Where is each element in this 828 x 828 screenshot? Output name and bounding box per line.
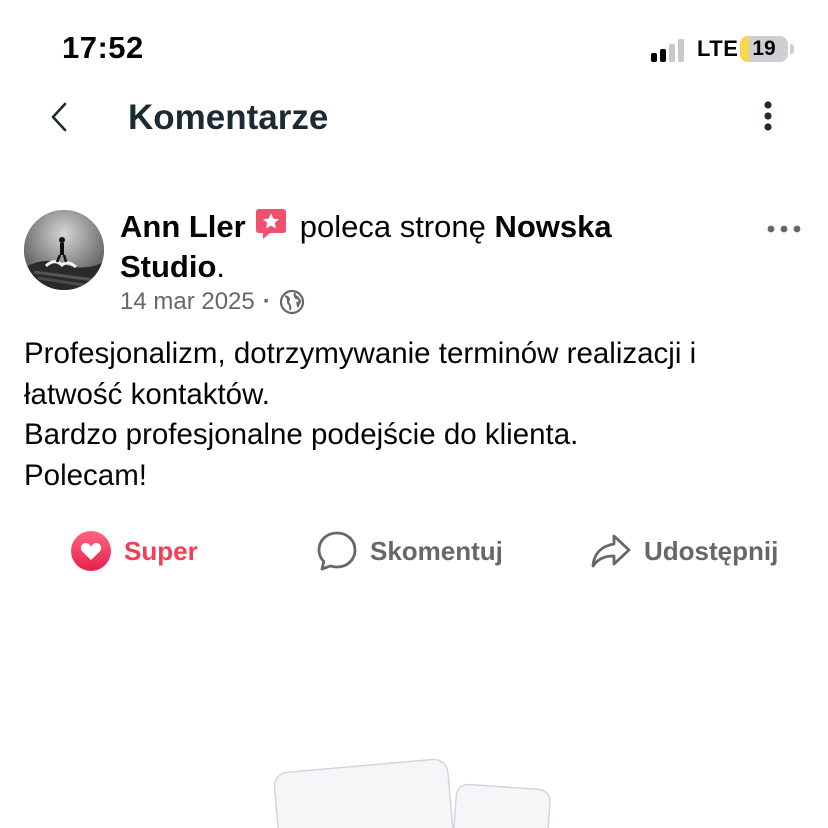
empty-comments-illustration	[273, 758, 551, 828]
chevron-left-icon	[51, 102, 67, 132]
post-options-button[interactable]	[764, 214, 804, 244]
avatar-photo	[24, 210, 104, 290]
post-body-line: łatwość kontaktów.	[24, 377, 270, 411]
signal-bar	[678, 39, 684, 62]
battery-cap	[790, 44, 794, 54]
heart-icon	[71, 531, 111, 571]
post-date[interactable]: 14 mar 2025	[120, 288, 255, 316]
post-body-line: Profesjonalizm, dotrzymywanie terminów r…	[24, 337, 697, 370]
vertical-dots-icon	[764, 101, 772, 131]
signal-bar	[669, 44, 675, 62]
page-title: Komentarze	[128, 98, 329, 137]
globe-icon	[279, 289, 304, 315]
header-period: .	[216, 249, 226, 284]
share-arrow-icon	[591, 534, 631, 568]
meta-separator: ·	[262, 288, 271, 315]
network-type: LTE	[697, 36, 739, 61]
post-meta: 14 mar 2025 ·	[120, 288, 305, 316]
recommend-text: poleca stronę	[299, 209, 486, 244]
share-button[interactable]: Udostępnij	[590, 528, 778, 574]
status-time: 17:52	[62, 30, 144, 65]
battery-percent: 19	[752, 37, 776, 60]
avatar[interactable]	[24, 210, 104, 290]
post-body-line: Bardzo profesjonalne podejście do klient…	[24, 418, 579, 451]
author-name[interactable]: Ann Ller	[120, 209, 246, 244]
recommendation-star-icon	[255, 209, 286, 239]
super-label: Super	[124, 535, 198, 566]
more-options-button[interactable]	[750, 96, 786, 136]
comment-label: Skomentuj	[370, 535, 503, 566]
post-body: Profesjonalizm, dotrzymywanie terminów r…	[24, 334, 814, 496]
signal-strength-icon	[651, 38, 691, 62]
back-button[interactable]	[36, 94, 82, 140]
share-label: Udostępnij	[644, 535, 779, 566]
signal-bar	[660, 49, 666, 62]
super-reaction-button[interactable]: Super	[70, 528, 198, 574]
horizontal-dots-icon	[767, 225, 801, 233]
post-header: Ann Ller poleca stronę Nowska Studio.	[120, 207, 680, 287]
signal-bar	[651, 53, 657, 62]
battery-icon: 19	[740, 36, 788, 62]
comment-button[interactable]: Skomentuj	[316, 528, 503, 574]
comment-bubble-icon	[317, 531, 357, 571]
post-body-line: Polecam!	[24, 458, 147, 492]
